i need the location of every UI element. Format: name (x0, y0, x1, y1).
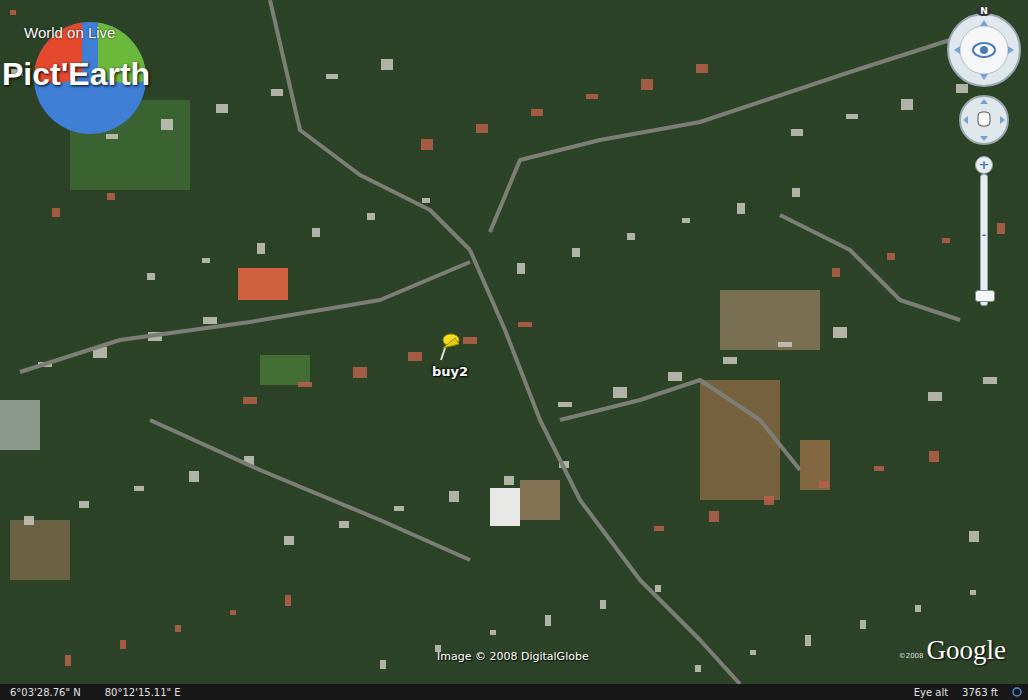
coordinates: 6°03'28.76" N 80°12'15.11" E (10, 687, 181, 698)
imagery-credit: Image © 2008 DigitalGlobe (437, 650, 589, 663)
streaming-icon (1012, 687, 1022, 697)
pushpin-icon (437, 332, 463, 362)
zoom-track[interactable]: - (980, 174, 988, 306)
eye-alt-value: 3763 ft (962, 687, 998, 698)
eye-altitude: Eye alt 3763 ft (914, 687, 1022, 698)
zoom-thumb[interactable] (975, 290, 995, 302)
brand-copyright: ©2008 (899, 652, 924, 660)
zoom-in-button[interactable]: + (975, 156, 993, 174)
eye-icon (946, 12, 1022, 88)
status-bar: 6°03'28.76" N 80°12'15.11" E Eye alt 3763 f… (0, 684, 1028, 700)
hand-icon (958, 94, 1010, 146)
logo-tagline: World on Live (24, 24, 115, 41)
zoom-mid-mark: - (975, 229, 993, 241)
google-logo: Google (927, 634, 1006, 666)
placemark[interactable]: buy2 (432, 332, 468, 379)
north-label: N (977, 6, 991, 16)
longitude: 80°12'15.11" E (105, 687, 181, 698)
eye-alt-label: Eye alt (914, 687, 948, 698)
logo-name: Pict'Earth (2, 56, 150, 93)
google-brand: ©2008Google (899, 634, 1006, 666)
move-control[interactable] (958, 94, 1010, 146)
satellite-imagery (0, 0, 1028, 684)
look-control[interactable] (946, 12, 1022, 88)
zoom-slider[interactable]: +- (975, 156, 993, 306)
google-earth-window: World on LivePict'Earthbuy2N+-Image © 20… (0, 0, 1028, 700)
map-view[interactable]: World on LivePict'Earthbuy2N+-Image © 20… (0, 0, 1028, 684)
latitude: 6°03'28.76" N (10, 687, 81, 698)
navigation-controls: N+- (944, 6, 1024, 306)
pictearth-logo: World on Live Pict'Earth (0, 18, 200, 138)
placemark-label[interactable]: buy2 (432, 364, 468, 379)
